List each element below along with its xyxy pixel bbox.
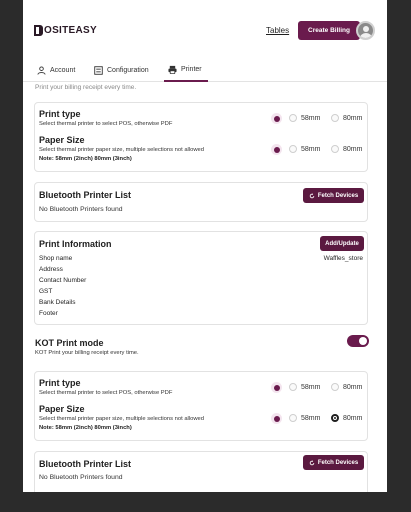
option-80mm-label: 80mm bbox=[343, 414, 363, 422]
radio-80mm-selected[interactable] bbox=[331, 414, 339, 422]
print-settings-card: Print type Select thermal printer to sel… bbox=[34, 102, 368, 172]
option-58mm-label: 58mm bbox=[301, 414, 321, 422]
add-update-button[interactable]: Add/Update bbox=[320, 236, 364, 251]
paper-size-58mm-option[interactable]: 58mm bbox=[289, 414, 320, 422]
fetch-devices-button[interactable]: Fetch Devices bbox=[303, 455, 364, 470]
radio-58mm[interactable] bbox=[289, 414, 297, 422]
print-type-80mm-option[interactable]: 80mm bbox=[331, 114, 362, 122]
scrolled-description: Print your billing receipt every time. bbox=[35, 84, 137, 91]
app-logo[interactable]: OSITEASY bbox=[34, 25, 97, 36]
info-label-contact-number: Contact Number bbox=[39, 277, 87, 284]
info-value-shop-name: Waffles_store bbox=[323, 255, 363, 262]
paper-size-note: Note: 58mm (2inch) 80mm (3inch) bbox=[39, 425, 132, 431]
printer-settings-page: OSITEASY Tables Create Billing Account C… bbox=[23, 0, 387, 492]
info-label-address: Address bbox=[39, 266, 63, 273]
kot-description: KOT Print your billing receipt every tim… bbox=[35, 350, 139, 356]
bluetooth-printer-card: Bluetooth Printer List Fetch Devices No … bbox=[34, 182, 368, 222]
user-icon bbox=[37, 65, 46, 75]
print-information-card: Print Information Add/Update Shop name W… bbox=[34, 231, 368, 325]
paper-size-bluetooth-option[interactable] bbox=[271, 144, 282, 155]
config-icon bbox=[94, 65, 103, 75]
create-billing-button[interactable]: Create Billing bbox=[298, 21, 360, 40]
fetch-devices-button[interactable]: Fetch Devices bbox=[303, 188, 364, 203]
logo-p-mark bbox=[34, 25, 43, 36]
paper-size-title: Paper Size bbox=[39, 135, 85, 145]
print-information-title: Print Information bbox=[39, 239, 112, 249]
option-80mm-label: 80mm bbox=[343, 114, 363, 122]
kot-print-mode-title: KOT Print mode bbox=[35, 338, 104, 348]
logo-text: OSITEASY bbox=[44, 25, 97, 36]
printer-icon bbox=[168, 65, 177, 74]
print-type-80mm-option[interactable]: 80mm bbox=[331, 383, 362, 391]
no-printers-text: No Bluetooth Printers found bbox=[39, 206, 123, 213]
bluetooth-icon bbox=[271, 413, 282, 424]
bluetooth-list-title: Bluetooth Printer List bbox=[39, 459, 131, 469]
bluetooth-printer-card: Bluetooth Printer List Fetch Devices No … bbox=[34, 451, 368, 492]
radio-58mm[interactable] bbox=[289, 145, 297, 153]
usb-icon bbox=[271, 113, 282, 124]
avatar[interactable] bbox=[356, 21, 375, 40]
refresh-icon bbox=[309, 192, 315, 198]
info-label-shop-name: Shop name bbox=[39, 255, 73, 262]
option-80mm-label: 80mm bbox=[343, 145, 363, 153]
tables-link[interactable]: Tables bbox=[266, 26, 289, 35]
fetch-devices-label: Fetch Devices bbox=[317, 459, 359, 466]
paper-size-bluetooth-option[interactable] bbox=[271, 413, 282, 424]
tab-account-label: Account bbox=[50, 66, 76, 74]
tab-printer[interactable]: Printer bbox=[164, 58, 208, 82]
option-58mm-label: 58mm bbox=[301, 145, 321, 153]
tab-configuration-label: Configuration bbox=[107, 66, 149, 74]
print-type-usb-option[interactable] bbox=[271, 113, 282, 124]
radio-58mm[interactable] bbox=[289, 114, 297, 122]
print-type-title: Print type bbox=[39, 109, 81, 119]
info-label-gst: GST bbox=[39, 288, 53, 295]
radio-58mm[interactable] bbox=[289, 383, 297, 391]
paper-size-note: Note: 58mm (2inch) 80mm (3inch) bbox=[39, 156, 132, 162]
info-label-footer: Footer bbox=[39, 310, 58, 317]
fetch-devices-label: Fetch Devices bbox=[317, 192, 359, 199]
no-printers-text: No Bluetooth Printers found bbox=[39, 474, 123, 481]
paper-size-58mm-option[interactable]: 58mm bbox=[289, 145, 320, 153]
refresh-icon bbox=[309, 459, 315, 465]
paper-size-80mm-option[interactable]: 80mm bbox=[331, 145, 362, 153]
option-58mm-label: 58mm bbox=[301, 383, 321, 391]
paper-size-description: Select thermal printer paper size, multi… bbox=[39, 147, 204, 153]
settings-tabs: Account Configuration Printer bbox=[23, 58, 387, 82]
usb-icon bbox=[271, 382, 282, 393]
radio-80mm[interactable] bbox=[331, 145, 339, 153]
option-58mm-label: 58mm bbox=[301, 114, 321, 122]
option-80mm-label: 80mm bbox=[343, 383, 363, 391]
radio-80mm[interactable] bbox=[331, 114, 339, 122]
print-type-title: Print type bbox=[39, 378, 81, 388]
paper-size-80mm-option[interactable]: 80mm bbox=[331, 414, 362, 422]
kot-print-toggle[interactable] bbox=[347, 335, 369, 347]
tab-printer-label: Printer bbox=[181, 65, 202, 73]
paper-size-description: Select thermal printer paper size, multi… bbox=[39, 416, 204, 422]
paper-size-title: Paper Size bbox=[39, 404, 85, 414]
app-header: OSITEASY Tables Create Billing bbox=[23, 0, 387, 58]
kot-print-settings-card: Print type Select thermal printer to sel… bbox=[34, 371, 368, 441]
print-type-description: Select thermal printer to select POS, ot… bbox=[39, 390, 173, 396]
bluetooth-icon bbox=[271, 144, 282, 155]
tab-account[interactable]: Account bbox=[37, 58, 75, 82]
print-type-58mm-option[interactable]: 58mm bbox=[289, 114, 320, 122]
tab-configuration[interactable]: Configuration bbox=[94, 58, 149, 82]
info-label-bank-details: Bank Details bbox=[39, 299, 76, 306]
print-type-usb-option[interactable] bbox=[271, 382, 282, 393]
print-type-description: Select thermal printer to select POS, ot… bbox=[39, 121, 173, 127]
bluetooth-list-title: Bluetooth Printer List bbox=[39, 190, 131, 200]
print-type-58mm-option[interactable]: 58mm bbox=[289, 383, 320, 391]
radio-80mm[interactable] bbox=[331, 383, 339, 391]
